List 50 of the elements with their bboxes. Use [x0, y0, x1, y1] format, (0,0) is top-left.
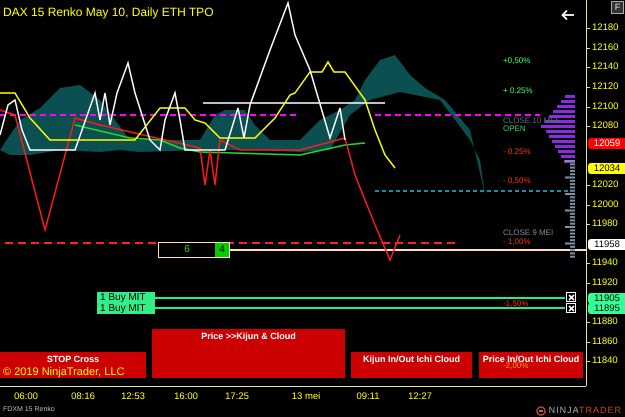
- price-tag: 11958: [588, 239, 625, 250]
- price-tag: 12059: [588, 138, 625, 149]
- time-tick: 12:27: [408, 390, 432, 404]
- level-label: -1,50%: [503, 300, 528, 308]
- time-tick: 17:25: [225, 390, 249, 404]
- price-tick: 11840: [592, 355, 618, 367]
- level-label: CLOSE 9 MEI: [503, 229, 554, 237]
- logo-icon: [536, 406, 546, 416]
- level-label: +0,50%: [503, 57, 530, 65]
- back-arrow-icon[interactable]: [561, 9, 575, 21]
- close-order-icon[interactable]: [566, 303, 576, 313]
- price-tick: 12140: [592, 61, 618, 73]
- price-tick: 11940: [592, 257, 618, 269]
- order-label[interactable]: 1 Buy MIT: [97, 303, 155, 314]
- price-tag: 12034: [588, 163, 625, 174]
- level-label: OPEN: [503, 125, 526, 133]
- price-tick: 11920: [592, 277, 618, 289]
- level-label: - 0,50%: [503, 177, 531, 185]
- price-tick: 12080: [592, 120, 618, 132]
- price-tag: 11895: [588, 303, 625, 314]
- price-tick: 12100: [592, 101, 618, 113]
- signal-box: Price >>Kijun & Cloud: [152, 329, 345, 378]
- price-tick: 11880: [592, 316, 618, 328]
- level-label: + 0.25%: [503, 87, 533, 95]
- price-tick: 12020: [592, 179, 618, 191]
- level-label: -2,00%: [503, 362, 528, 370]
- signal-box: Kijun In/Out Ichi Cloud: [351, 352, 472, 378]
- close-order-icon[interactable]: [566, 292, 576, 302]
- price-tag: 11905: [588, 293, 625, 304]
- position-quantity: 6: [183, 243, 191, 257]
- order-label[interactable]: 1 Buy MIT: [97, 292, 155, 303]
- f-button[interactable]: F: [611, 1, 624, 14]
- price-tick: 11860: [592, 336, 618, 348]
- logo-text: NINJATRADER: [548, 404, 622, 417]
- price-tick: 12180: [592, 22, 618, 34]
- price-tick: 12160: [592, 42, 618, 54]
- copyright-text: © 2019 NinjaTrader, LLC: [3, 365, 124, 380]
- chart-title: DAX 15 Renko May 10, Daily ETH TPO: [3, 4, 214, 21]
- price-tick: 12120: [592, 81, 618, 93]
- time-tick: 16:00: [174, 390, 198, 404]
- level-label: - 0.25%: [503, 148, 531, 156]
- price-tick: 11980: [592, 218, 618, 230]
- time-tick: 12:53: [121, 390, 145, 404]
- level-label: - 1,00%: [503, 238, 531, 246]
- time-tick: 09:11: [356, 390, 380, 404]
- filled-quantity: 4: [215, 243, 229, 257]
- time-tick: 06:00: [14, 390, 38, 404]
- price-tick: 12000: [592, 199, 618, 211]
- time-tick: 08:16: [71, 390, 95, 404]
- time-tick: 13 mei: [292, 390, 320, 404]
